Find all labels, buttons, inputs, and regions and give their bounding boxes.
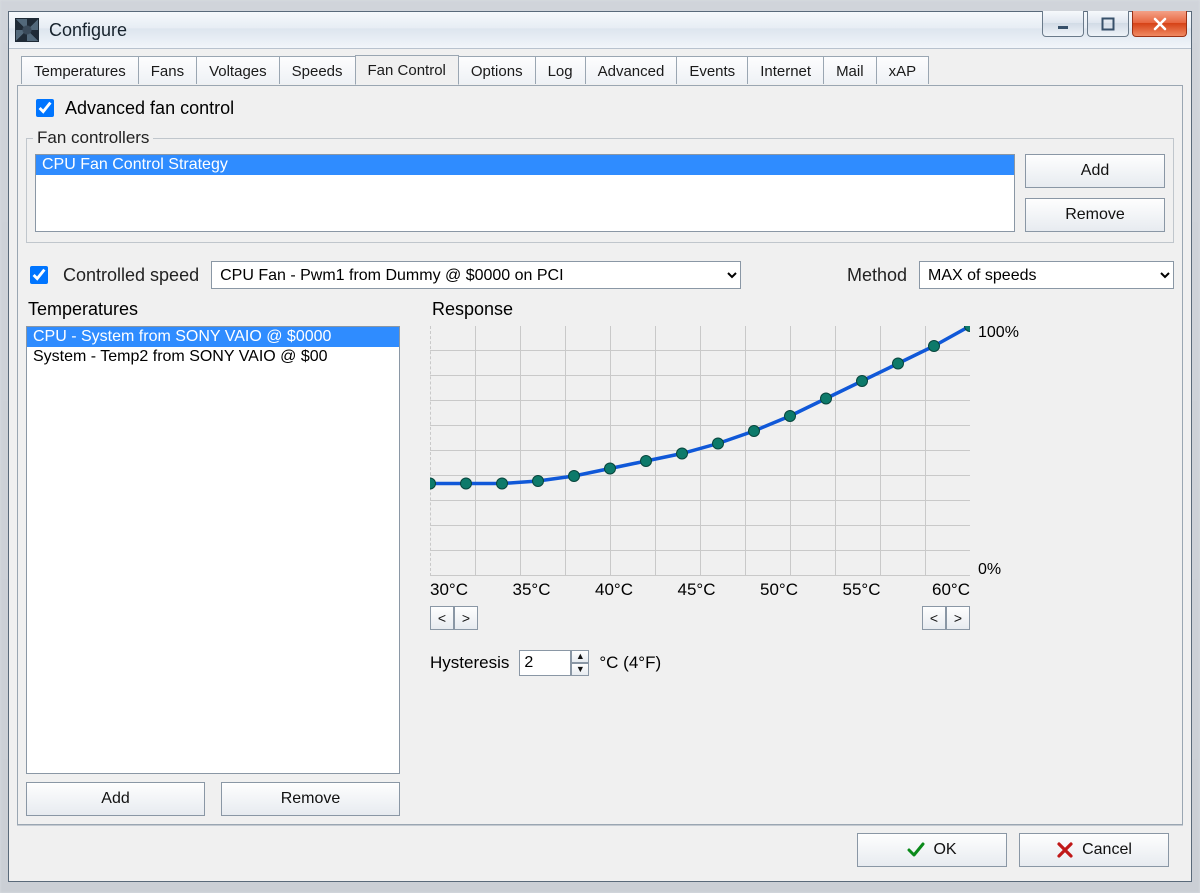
tab-fans[interactable]: Fans [138, 56, 197, 84]
fan-controllers-remove-button[interactable]: Remove [1025, 198, 1165, 232]
chart-point[interactable] [641, 456, 652, 467]
shift-start-left-button[interactable]: < [430, 606, 454, 630]
app-icon [15, 18, 39, 42]
chart-point[interactable] [569, 471, 580, 482]
chart-point[interactable] [965, 326, 971, 332]
method-select[interactable]: MAX of speeds [919, 261, 1174, 289]
controlled-speed-select[interactable]: CPU Fan - Pwm1 from Dummy @ $0000 on PCI [211, 261, 741, 289]
advanced-fan-control-label[interactable]: Advanced fan control [65, 98, 234, 119]
temperatures-list[interactable]: CPU - System from SONY VAIO @ $0000Syste… [26, 326, 400, 774]
tab-voltages[interactable]: Voltages [196, 56, 280, 84]
ok-button[interactable]: OK [857, 833, 1007, 867]
temperature-item[interactable]: System - Temp2 from SONY VAIO @ $00 [27, 347, 399, 367]
tab-log[interactable]: Log [535, 56, 586, 84]
tab-options[interactable]: Options [458, 56, 536, 84]
controlled-speed-row: Controlled speed CPU Fan - Pwm1 from Dum… [26, 261, 1174, 289]
response-column: Response 100% 0% 30°C 35°C 40°C 45°C 50°C 55°… [430, 295, 1174, 816]
chart-point[interactable] [430, 478, 436, 489]
window-title: Configure [49, 20, 127, 41]
close-button[interactable] [1132, 11, 1187, 37]
chart-x-tick: 60°C [925, 580, 970, 600]
fan-controllers-group: Fan controllers CPU Fan Control Strategy… [26, 128, 1174, 243]
fan-controllers-legend: Fan controllers [33, 128, 153, 148]
temperatures-column: Temperatures CPU - System from SONY VAIO… [26, 295, 400, 816]
maximize-icon [1101, 17, 1115, 31]
chart-point[interactable] [497, 478, 508, 489]
chart-point[interactable] [677, 448, 688, 459]
chart-point[interactable] [713, 438, 724, 449]
shift-end-right-button[interactable]: > [946, 606, 970, 630]
chart-point[interactable] [929, 341, 940, 352]
fan-controllers-list[interactable]: CPU Fan Control Strategy [35, 154, 1015, 232]
client-area: TemperaturesFansVoltagesSpeedsFan Contro… [9, 49, 1191, 881]
temperatures-add-button[interactable]: Add [26, 782, 205, 816]
response-curve [430, 326, 970, 576]
tab-mail[interactable]: Mail [823, 56, 877, 84]
minimize-icon [1056, 17, 1070, 31]
chart-point[interactable] [749, 426, 760, 437]
hysteresis-down-button[interactable]: ▼ [571, 663, 589, 676]
hysteresis-unit: °C (4°F) [599, 653, 661, 673]
tab-bar: TemperaturesFansVoltagesSpeedsFan Contro… [17, 55, 1183, 85]
chart-x-tick: 40°C [595, 580, 640, 600]
chart-point[interactable] [785, 411, 796, 422]
chart-x-tick: 45°C [678, 580, 723, 600]
chart-point[interactable] [893, 358, 904, 369]
controlled-speed-checkbox[interactable] [30, 266, 48, 284]
fan-controllers-add-button[interactable]: Add [1025, 154, 1165, 188]
tab-page-fan-control: Advanced fan control Fan controllers CPU… [17, 85, 1183, 825]
temperatures-remove-button[interactable]: Remove [221, 782, 400, 816]
response-chart[interactable] [430, 326, 970, 576]
chart-point[interactable] [461, 478, 472, 489]
hysteresis-up-button[interactable]: ▲ [571, 650, 589, 663]
shift-start-right-button[interactable]: > [454, 606, 478, 630]
controlled-speed-label[interactable]: Controlled speed [63, 265, 199, 286]
temperatures-title: Temperatures [28, 299, 400, 320]
window-controls [1042, 11, 1187, 37]
configure-window: Configure TemperaturesFansVoltagesSpeeds… [8, 11, 1192, 882]
chart-y-top: 100% [978, 324, 1019, 342]
chart-x-labels: 30°C 35°C 40°C 45°C 50°C 55°C 60°C [430, 580, 970, 600]
response-title: Response [432, 299, 1174, 320]
hysteresis-label: Hysteresis [430, 653, 509, 673]
maximize-button[interactable] [1087, 11, 1129, 37]
advanced-fan-control-row: Advanced fan control [32, 96, 1170, 120]
chart-x-tick: 55°C [843, 580, 888, 600]
tab-xap[interactable]: xAP [876, 56, 930, 84]
tab-advanced[interactable]: Advanced [585, 56, 678, 84]
chart-x-tick: 35°C [513, 580, 558, 600]
tab-internet[interactable]: Internet [747, 56, 824, 84]
close-icon [1152, 17, 1168, 31]
titlebar[interactable]: Configure [9, 12, 1191, 49]
chart-point[interactable] [821, 393, 832, 404]
shift-end-left-button[interactable]: < [922, 606, 946, 630]
dialog-footer: OK Cancel [17, 825, 1183, 873]
chart-x-tick: 50°C [760, 580, 805, 600]
x-icon [1056, 841, 1074, 859]
hysteresis-spinner: ▲ ▼ [519, 650, 589, 676]
tab-fan-control[interactable]: Fan Control [355, 55, 459, 85]
cancel-button[interactable]: Cancel [1019, 833, 1169, 867]
temperature-item[interactable]: CPU - System from SONY VAIO @ $0000 [27, 327, 399, 347]
tab-events[interactable]: Events [676, 56, 748, 84]
check-icon [907, 841, 925, 859]
chart-point[interactable] [533, 476, 544, 487]
chart-y-bottom: 0% [978, 561, 1001, 579]
chart-point[interactable] [857, 376, 868, 387]
tab-speeds[interactable]: Speeds [279, 56, 356, 84]
chart-point[interactable] [605, 463, 616, 474]
minimize-button[interactable] [1042, 11, 1084, 37]
tab-temperatures[interactable]: Temperatures [21, 56, 139, 84]
fan-controller-item[interactable]: CPU Fan Control Strategy [36, 155, 1014, 175]
method-label: Method [847, 265, 907, 286]
chart-x-tick: 30°C [430, 580, 475, 600]
advanced-fan-control-checkbox[interactable] [36, 99, 54, 117]
hysteresis-input[interactable] [519, 650, 571, 676]
